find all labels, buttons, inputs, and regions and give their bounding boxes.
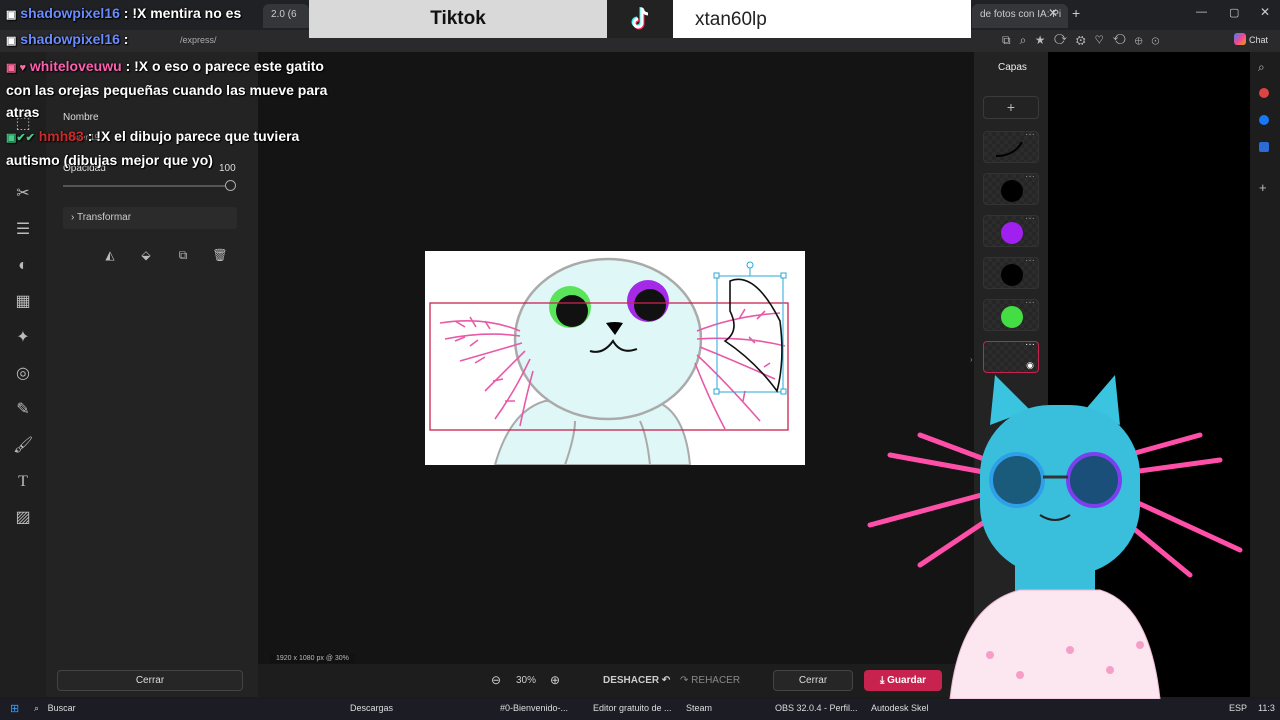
chat-button[interactable]: Chat <box>1249 35 1268 45</box>
zoom-in-icon[interactable]: ⊕ <box>550 673 560 687</box>
undo-icon: ↶ <box>661 675 671 686</box>
grid-icon[interactable]: ▦ <box>13 292 33 312</box>
layers-title: Capas <box>998 62 1027 73</box>
collapse-panel-icon[interactable]: › <box>970 355 973 364</box>
transform-label: Transformar <box>76 212 132 223</box>
redo-icon: ↷ <box>680 675 689 686</box>
browser-tab[interactable]: 2.0 (6 <box>263 4 309 28</box>
close-button[interactable]: Cerrar <box>773 670 853 691</box>
chat-username: hmh83 <box>38 128 84 144</box>
taskbar-item[interactable]: OBS 32.0.4 - Perfil... <box>775 703 858 713</box>
add-sidebar-icon[interactable]: + <box>1259 180 1267 195</box>
layer-swatch <box>1001 180 1023 202</box>
layer-thumb[interactable]: ··· <box>983 213 1039 247</box>
chat-message: ▣✔✔ hmh83 : !X el dibujo parece que tuvi… <box>6 125 336 171</box>
layer-swatch <box>1001 306 1023 328</box>
duplicate-icon[interactable]: ⧉ <box>172 245 194 265</box>
tiktok-label: Tiktok <box>430 8 486 29</box>
chat-text: : <box>123 31 129 47</box>
resolution-label: 1920 x 1080 px @ 30% <box>270 654 355 663</box>
sliders-icon[interactable]: ☰ <box>13 220 33 240</box>
brush-icon[interactable]: 🖌 <box>13 436 33 456</box>
layer-thumb[interactable]: ··· <box>983 255 1039 289</box>
chat-badge-icon: ▣ <box>6 9 17 21</box>
transform-button[interactable]: › Transformar <box>63 207 237 229</box>
close-window-icon[interactable]: ✕ <box>1260 5 1270 19</box>
new-tab-icon[interactable]: + <box>1072 5 1080 21</box>
more-icon[interactable]: ··· <box>1025 255 1035 266</box>
more-icon[interactable]: ··· <box>1025 129 1035 140</box>
scissors-icon[interactable]: ✂ <box>13 184 33 204</box>
chat-text: : !X mentira no es <box>123 5 242 21</box>
copilot-icon[interactable] <box>1234 33 1246 45</box>
contrast-icon[interactable]: ◐ <box>13 256 33 276</box>
layer-thumb[interactable]: ··· <box>983 171 1039 205</box>
facebook-icon[interactable] <box>1259 115 1269 125</box>
flip-horizontal-icon[interactable]: ◭ <box>99 245 121 265</box>
browser-sidebar: ⌕ + <box>1250 52 1280 697</box>
search-icon: ⌕ <box>34 703 40 713</box>
zoom-out-icon[interactable]: ⊖ <box>491 673 501 687</box>
text-icon[interactable]: T <box>13 472 33 492</box>
extension-icons[interactable]: ⧉⌕★⟳⚙♡⟲⊕⊙ <box>1002 33 1168 48</box>
drawing-canvas[interactable] <box>425 251 805 465</box>
search-label: Buscar <box>47 703 76 713</box>
undo-label: DESHACER <box>603 675 660 686</box>
taskbar-item[interactable]: #0-Bienvenido-... <box>500 703 568 713</box>
more-icon[interactable]: ··· <box>1025 339 1035 350</box>
taskbar-item[interactable]: Descargas <box>350 703 393 713</box>
heart-badge-icon: ▣ ♥ <box>6 62 26 74</box>
drawing-art <box>429 257 789 465</box>
vtuber-avatar <box>867 375 1243 699</box>
tiktok-icon <box>607 0 673 38</box>
layer-thumb[interactable]: ··· <box>983 297 1039 331</box>
more-icon[interactable]: ··· <box>1025 297 1035 308</box>
close-panel-button[interactable]: Cerrar <box>57 670 243 691</box>
chat-username: shadowpixel16 <box>20 31 120 47</box>
tab-label: 2.0 (6 <box>271 9 297 20</box>
taskbar-item[interactable]: Autodesk Skel <box>871 703 929 713</box>
taskbar-item[interactable]: Steam <box>686 703 712 713</box>
undo-button[interactable]: DESHACER ↶ <box>603 675 670 686</box>
add-layer-button[interactable]: + <box>983 96 1039 119</box>
minimize-icon[interactable]: — <box>1196 6 1207 18</box>
chat-username: shadowpixel16 <box>20 5 120 21</box>
maximize-icon[interactable]: ▢ <box>1229 6 1239 19</box>
redo-button[interactable]: ↷ REHACER <box>680 675 740 686</box>
sparkle-icon[interactable]: ✦ <box>13 328 33 348</box>
delete-icon[interactable]: 🗑 <box>209 245 231 265</box>
spiral-icon[interactable]: ◎ <box>13 364 33 384</box>
tiktok-username: xtan60lp <box>673 0 971 38</box>
layer-swatch <box>1001 264 1023 286</box>
eraser-icon[interactable]: ✎ <box>13 400 33 420</box>
chat-message: ▣ ♥ whiteloveuwu : !X o eso o parece est… <box>6 55 351 123</box>
chat-badge-icon: ▣✔✔ <box>6 132 35 144</box>
redo-label: REHACER <box>691 675 741 686</box>
windows-icon[interactable]: ⊞ <box>10 702 19 715</box>
app-icon[interactable] <box>1259 88 1269 98</box>
chat-username: whiteloveuwu <box>29 58 122 74</box>
opacity-slider-thumb[interactable] <box>225 180 236 191</box>
clock: 11:3 <box>1258 703 1275 713</box>
chat-badge-icon: ▣ <box>6 35 17 47</box>
language-indicator[interactable]: ESP <box>1229 703 1247 713</box>
close-tab-icon[interactable]: ✕ <box>1048 6 1058 20</box>
taskbar-search[interactable]: ⌕ Buscar <box>34 703 76 714</box>
outlook-icon[interactable] <box>1259 142 1269 152</box>
tiktok-overlay: Tiktok xtan60lp <box>309 0 971 38</box>
taskbar-item[interactable]: Editor gratuito de ... <box>593 703 672 713</box>
chat-message: ▣ shadowpixel16 : <box>6 28 128 52</box>
opacity-slider[interactable] <box>63 185 231 187</box>
layer-thumb[interactable]: ··· <box>983 129 1039 163</box>
search-icon[interactable]: ⌕ <box>1258 60 1265 75</box>
more-icon[interactable]: ··· <box>1025 213 1035 224</box>
zoom-level: 30% <box>516 675 537 686</box>
url-text: /express/ <box>180 35 217 45</box>
hatch-icon[interactable]: ▨ <box>13 508 33 528</box>
more-icon[interactable]: ··· <box>1025 171 1035 182</box>
chevron-right-icon: › <box>71 212 75 223</box>
flip-vertical-icon[interactable]: ⬙ <box>135 245 157 265</box>
layer-swatch <box>1001 222 1023 244</box>
chat-message: ▣ shadowpixel16 : !X mentira no es <box>6 2 241 26</box>
